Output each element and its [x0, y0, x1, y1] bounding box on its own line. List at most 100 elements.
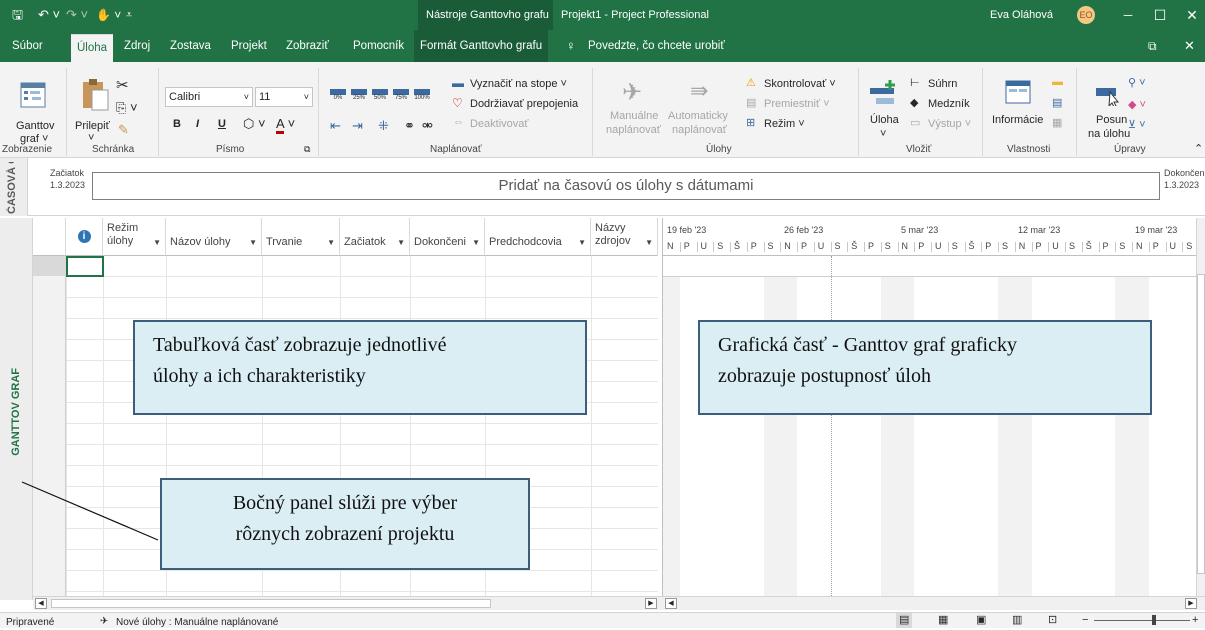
deliverable-icon[interactable]: ▭ [910, 116, 920, 129]
undo-icon[interactable]: ↶ ˅ [38, 0, 60, 30]
tab-help[interactable]: Pomocník [353, 30, 404, 62]
insert-task-button[interactable]: Úloha [870, 114, 899, 126]
inactivate-icon[interactable]: ⇔ [453, 116, 464, 128]
cut-icon[interactable]: ✂ [116, 76, 129, 94]
inactivate-button[interactable]: Deaktivovať [470, 118, 529, 130]
column-header-finish[interactable]: Dokončeni ▼ [410, 218, 485, 256]
respect-links-button[interactable]: Dodržiavať prepojenia [470, 98, 578, 110]
close-doc-icon[interactable]: ✕ [1184, 30, 1195, 62]
indent-icon[interactable]: ⇥ [352, 118, 363, 134]
tab-report[interactable]: Zostava [170, 30, 211, 62]
gantt-scroll-right-icon[interactable]: ▶ [1185, 598, 1197, 609]
milestone-icon[interactable]: ◆ [910, 96, 918, 109]
user-name[interactable]: Eva Oláhová [990, 0, 1053, 30]
italic-button[interactable]: I [196, 118, 199, 130]
collapse-ribbon-icon[interactable]: ⌃ [1194, 142, 1203, 155]
percent-100-button[interactable]: 100% [414, 86, 430, 106]
milestone-button[interactable]: Medzník [928, 98, 970, 110]
link-icon[interactable]: ⚭ [404, 118, 415, 134]
table-scroll-right-icon[interactable]: ▶ [645, 598, 657, 609]
close-button[interactable]: ✕ [1176, 0, 1205, 30]
restore-button[interactable]: ☐ [1144, 0, 1176, 30]
column-header-start[interactable]: Začiatok ▼ [340, 218, 410, 256]
outdent-icon[interactable]: ⇤ [330, 118, 341, 134]
gantt-view-shortcut-icon[interactable]: ▤ [896, 613, 913, 628]
active-cell[interactable] [66, 256, 104, 277]
report-shortcut-icon[interactable]: ⊡ [1048, 613, 1057, 628]
zoom-slider[interactable] [1094, 620, 1190, 621]
save-icon[interactable]: 🖫 [12, 0, 23, 30]
inspect-icon[interactable]: ⚠ [746, 76, 756, 89]
tell-me-search[interactable]: Povedzte, čo chcete urobiť [588, 30, 725, 62]
column-header-duration[interactable]: Trvanie ▼ [262, 218, 340, 256]
fill-down-icon[interactable]: ⊻ ˅ [1128, 118, 1146, 131]
ribbon-display-icon[interactable]: ⧉ [1148, 30, 1157, 62]
customize-qat-icon[interactable]: ⩡ [126, 0, 132, 30]
timeline-side-tab[interactable]: ČASOVÁ OS [0, 158, 28, 216]
manual-schedule-label-1[interactable]: Manuálne [610, 110, 658, 122]
tab-view[interactable]: Zobraziť [286, 30, 329, 62]
scroll-to-task-label-2[interactable]: na úlohu [1088, 128, 1130, 140]
column-header-indicators[interactable]: i [66, 218, 103, 256]
resource-sheet-shortcut-icon[interactable]: ▥ [1012, 613, 1022, 628]
font-dialog-launcher-icon[interactable]: ⧉ [304, 144, 310, 155]
table-row[interactable] [33, 424, 658, 445]
timeline-placeholder[interactable]: Pridať na časovú os úlohy s dátumami [92, 172, 1160, 200]
zoom-slider-thumb[interactable] [1152, 615, 1156, 625]
column-header-predecessors[interactable]: Predchodcovia ▼ [485, 218, 591, 256]
gantt-view-button[interactable]: Ganttov [16, 120, 55, 132]
move-button[interactable]: Premiestniť ˅ [764, 98, 830, 110]
mode-icon[interactable]: ⊞ [746, 116, 755, 129]
tab-resource[interactable]: Zdroj [124, 30, 150, 62]
inspect-button[interactable]: Skontrolovať ˅ [764, 78, 836, 90]
gantt-chart-icon[interactable] [20, 82, 46, 108]
clear-icon[interactable]: ◆ ˅ [1128, 98, 1146, 111]
redo-icon[interactable]: ↷ ˅ [66, 0, 88, 30]
percent-0-button[interactable]: 0% [330, 86, 346, 106]
format-painter-icon[interactable]: ✎ [118, 122, 129, 138]
insert-task-dropdown-icon[interactable]: ˅ [880, 128, 886, 140]
font-name-combo[interactable]: Calibri ˅ [165, 87, 253, 107]
paste-button[interactable]: Prilepiť [75, 120, 110, 132]
mark-on-track-icon[interactable]: ▬ [452, 76, 464, 90]
table-scroll-left-icon[interactable]: ◀ [35, 598, 47, 609]
table-row[interactable] [33, 298, 658, 319]
table-row[interactable] [33, 277, 658, 298]
scroll-to-task-label-1[interactable]: Posun [1096, 114, 1127, 126]
details-icon[interactable]: ▤ [1052, 96, 1062, 109]
move-icon[interactable]: ▤ [746, 96, 756, 109]
mark-on-track-button[interactable]: Vyznačiť na stope ˅ [470, 78, 567, 90]
fill-color-icon[interactable]: ⬡ ˅ [243, 116, 266, 132]
scroll-to-task-icon[interactable] [1096, 84, 1122, 106]
information-icon[interactable] [1005, 80, 1031, 104]
bold-button[interactable]: B [173, 118, 181, 130]
zoom-in-icon[interactable]: + [1192, 613, 1198, 628]
table-row[interactable] [33, 571, 658, 592]
tab-project[interactable]: Projekt [231, 30, 267, 62]
touch-mode-icon[interactable]: ✋ ˅ [96, 0, 121, 30]
task-usage-shortcut-icon[interactable]: ▦ [938, 613, 948, 628]
respect-links-icon[interactable]: ♡ [452, 96, 463, 110]
deliverable-button[interactable]: Výstup ˅ [928, 118, 971, 130]
summary-icon[interactable]: ⊢ [910, 76, 920, 89]
timeline-add-icon[interactable]: ▦ [1052, 116, 1062, 129]
column-header-resource-names[interactable]: Názvy zdrojov ▼ [591, 218, 658, 256]
auto-schedule-label-2[interactable]: naplánovať [672, 124, 727, 136]
copy-icon[interactable]: ⎘ ˅ [116, 100, 138, 116]
summary-button[interactable]: Súhrn [928, 78, 957, 90]
manual-schedule-icon[interactable]: ✈ [622, 78, 642, 107]
percent-75-button[interactable]: 75% [393, 86, 409, 106]
gantt-scroll-left-icon[interactable]: ◀ [665, 598, 677, 609]
paste-icon[interactable] [80, 76, 110, 112]
column-header-task-mode[interactable]: Režim úlohy ▼ [103, 218, 166, 256]
percent-50-button[interactable]: 50% [372, 86, 388, 106]
table-scroll-thumb[interactable] [51, 599, 491, 608]
font-size-combo[interactable]: 11 ˅ [255, 87, 313, 107]
font-color-icon[interactable]: A ˅ [276, 116, 295, 134]
column-header-task-name[interactable]: Názov úlohy ▼ [166, 218, 262, 256]
percent-25-button[interactable]: 25% [351, 86, 367, 106]
manual-schedule-label-2[interactable]: naplánovať [606, 124, 661, 136]
mode-button[interactable]: Režim ˅ [764, 118, 805, 130]
split-icon[interactable]: ⁜ [378, 118, 389, 134]
row-header-1[interactable] [33, 256, 66, 276]
